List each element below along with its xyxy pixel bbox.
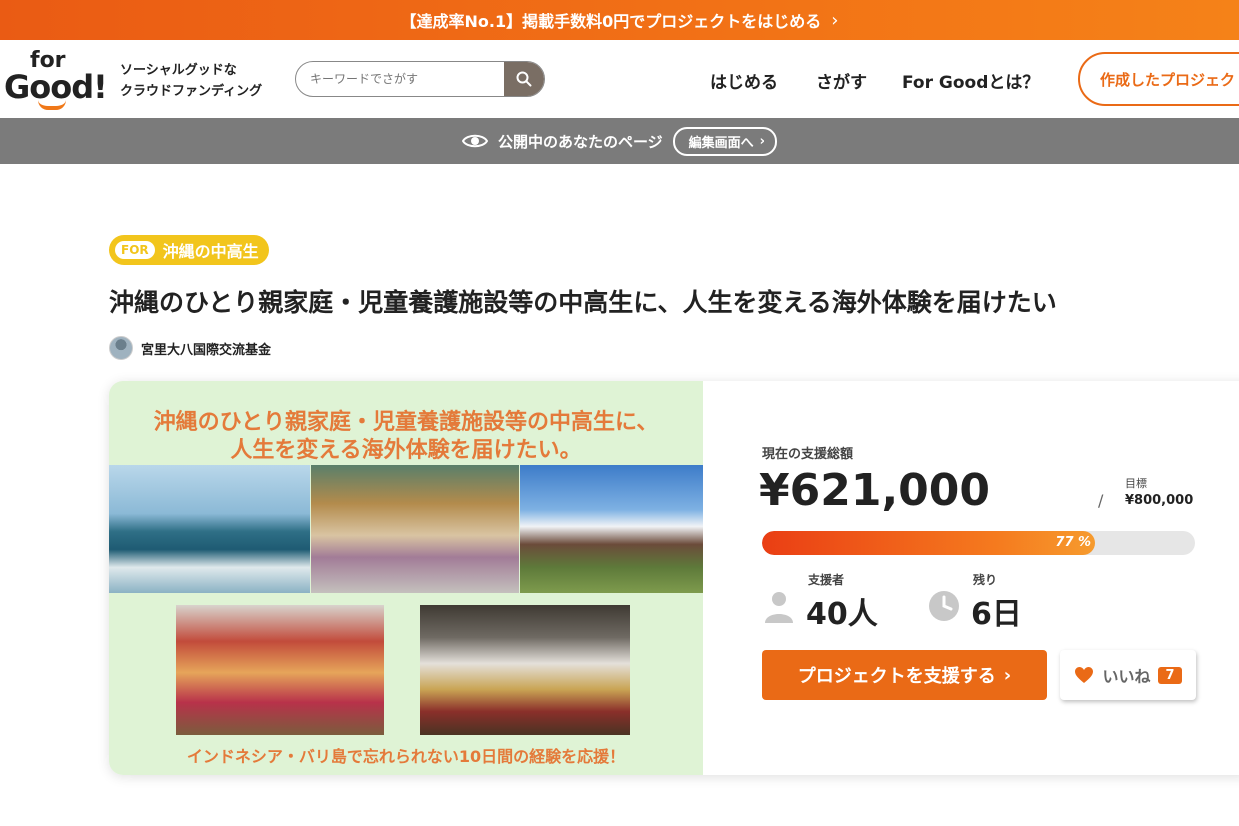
project-title: 沖縄のひとり親家庭・児童養護施設等の中高生に、人生を変える海外体験を届けたい bbox=[109, 288, 1057, 317]
nav-search[interactable]: さがす bbox=[816, 68, 867, 93]
progress-bar: 77 % bbox=[762, 531, 1195, 555]
person-icon bbox=[765, 592, 793, 623]
supporters-count: 40人 bbox=[806, 597, 878, 632]
for-target-badge[interactable]: FOR 沖縄の中高生 bbox=[109, 235, 269, 265]
edit-page-label: 編集画面へ bbox=[688, 135, 754, 151]
public-page-text: 公開中のあなたのページ bbox=[497, 132, 663, 151]
supporters-label: 支援者 bbox=[808, 573, 845, 587]
tagline-line-1: ソーシャルグッドな bbox=[120, 63, 237, 78]
total-amount: ¥621,000 bbox=[759, 465, 991, 516]
group-students-photo bbox=[311, 465, 519, 593]
surfing-photo bbox=[109, 465, 310, 593]
site-header: for Good! ソーシャルグッドな クラウドファンディング はじめる さがす… bbox=[0, 40, 1239, 118]
funding-info-panel: 現在の支援総額 ¥621,000 / 目標 ¥800,000 77 % 支援者 … bbox=[703, 381, 1239, 775]
tagline-line-2: クラウドファンディング bbox=[120, 84, 263, 99]
dance-class-photo bbox=[176, 605, 384, 735]
project-card: 沖縄のひとり親家庭・児童養護施設等の中高生に、 人生を変える海外体験を届けたい。… bbox=[109, 381, 1239, 775]
progress-percent: 77 % bbox=[1055, 535, 1092, 550]
chevron-right-icon: › bbox=[759, 133, 766, 149]
for-tag: FOR bbox=[115, 241, 155, 259]
logo-smile-icon bbox=[38, 100, 66, 110]
goal-separator: / bbox=[1098, 491, 1104, 510]
hero-headline-line-2: 人生を変える海外体験を届けたい。 bbox=[230, 438, 582, 463]
like-count: 7 bbox=[1158, 666, 1182, 684]
remaining-label: 残り bbox=[973, 573, 998, 587]
nav-start[interactable]: はじめる bbox=[710, 68, 778, 93]
hero-headline-line-1: 沖縄のひとり親家庭・児童養護施設等の中高生に、 bbox=[153, 410, 659, 435]
search-box bbox=[295, 61, 545, 97]
support-project-label: プロジェクトを支援する bbox=[797, 666, 996, 687]
like-label: いいね bbox=[1102, 667, 1151, 686]
search-button[interactable] bbox=[504, 62, 544, 96]
my-projects-label: 作成したプロジェクト bbox=[1100, 70, 1239, 89]
site-tagline: ソーシャルグッドな クラウドファンディング bbox=[120, 60, 262, 102]
goal-label: 目標 bbox=[1125, 477, 1147, 490]
edit-page-button[interactable]: 編集画面へ › bbox=[672, 126, 778, 156]
like-button[interactable]: いいね 7 bbox=[1060, 650, 1196, 700]
eye-icon bbox=[461, 134, 488, 148]
support-project-button[interactable]: プロジェクトを支援する › bbox=[762, 650, 1047, 700]
owner-avatar bbox=[109, 336, 133, 360]
promo-text: 【達成率No.1】掲載手数料0円でプロジェクトをはじめる bbox=[400, 12, 822, 31]
for-good-logo[interactable]: for Good! bbox=[4, 48, 108, 110]
public-page-bar: 公開中のあなたのページ 編集画面へ › bbox=[0, 118, 1239, 164]
goal-amount: ¥800,000 bbox=[1125, 493, 1194, 508]
my-projects-button[interactable]: 作成したプロジェクト bbox=[1078, 52, 1239, 106]
hero-headline: 沖縄のひとり親家庭・児童養護施設等の中高生に、 人生を変える海外体験を届けたい。 bbox=[109, 409, 703, 465]
project-hero-image: 沖縄のひとり親家庭・児童養護施設等の中高生に、 人生を変える海外体験を届けたい。… bbox=[109, 381, 703, 775]
for-target-text: 沖縄の中高生 bbox=[162, 242, 259, 261]
gamelan-music-photo bbox=[420, 605, 630, 735]
search-input[interactable] bbox=[296, 62, 504, 96]
owner-name: 宮里大八国際交流基金 bbox=[141, 342, 272, 358]
project-owner[interactable]: 宮里大八国際交流基金 bbox=[109, 336, 271, 360]
clock-icon bbox=[929, 591, 959, 621]
progress-fill bbox=[762, 531, 1096, 555]
chevron-right-icon: › bbox=[1003, 664, 1012, 686]
remaining-days: 6日 bbox=[971, 597, 1022, 632]
promo-banner[interactable]: 【達成率No.1】掲載手数料0円でプロジェクトをはじめる › bbox=[0, 0, 1239, 40]
search-icon bbox=[516, 71, 532, 87]
heart-icon bbox=[1075, 667, 1094, 683]
total-support-label: 現在の支援総額 bbox=[762, 447, 854, 462]
temple-photo bbox=[520, 465, 703, 593]
hero-footer-text: インドネシア・バリ島で忘れられない10日間の経験を応援！ bbox=[186, 747, 626, 766]
chevron-right-icon: › bbox=[831, 9, 839, 31]
nav-about[interactable]: For Goodとは？ bbox=[902, 68, 1039, 93]
